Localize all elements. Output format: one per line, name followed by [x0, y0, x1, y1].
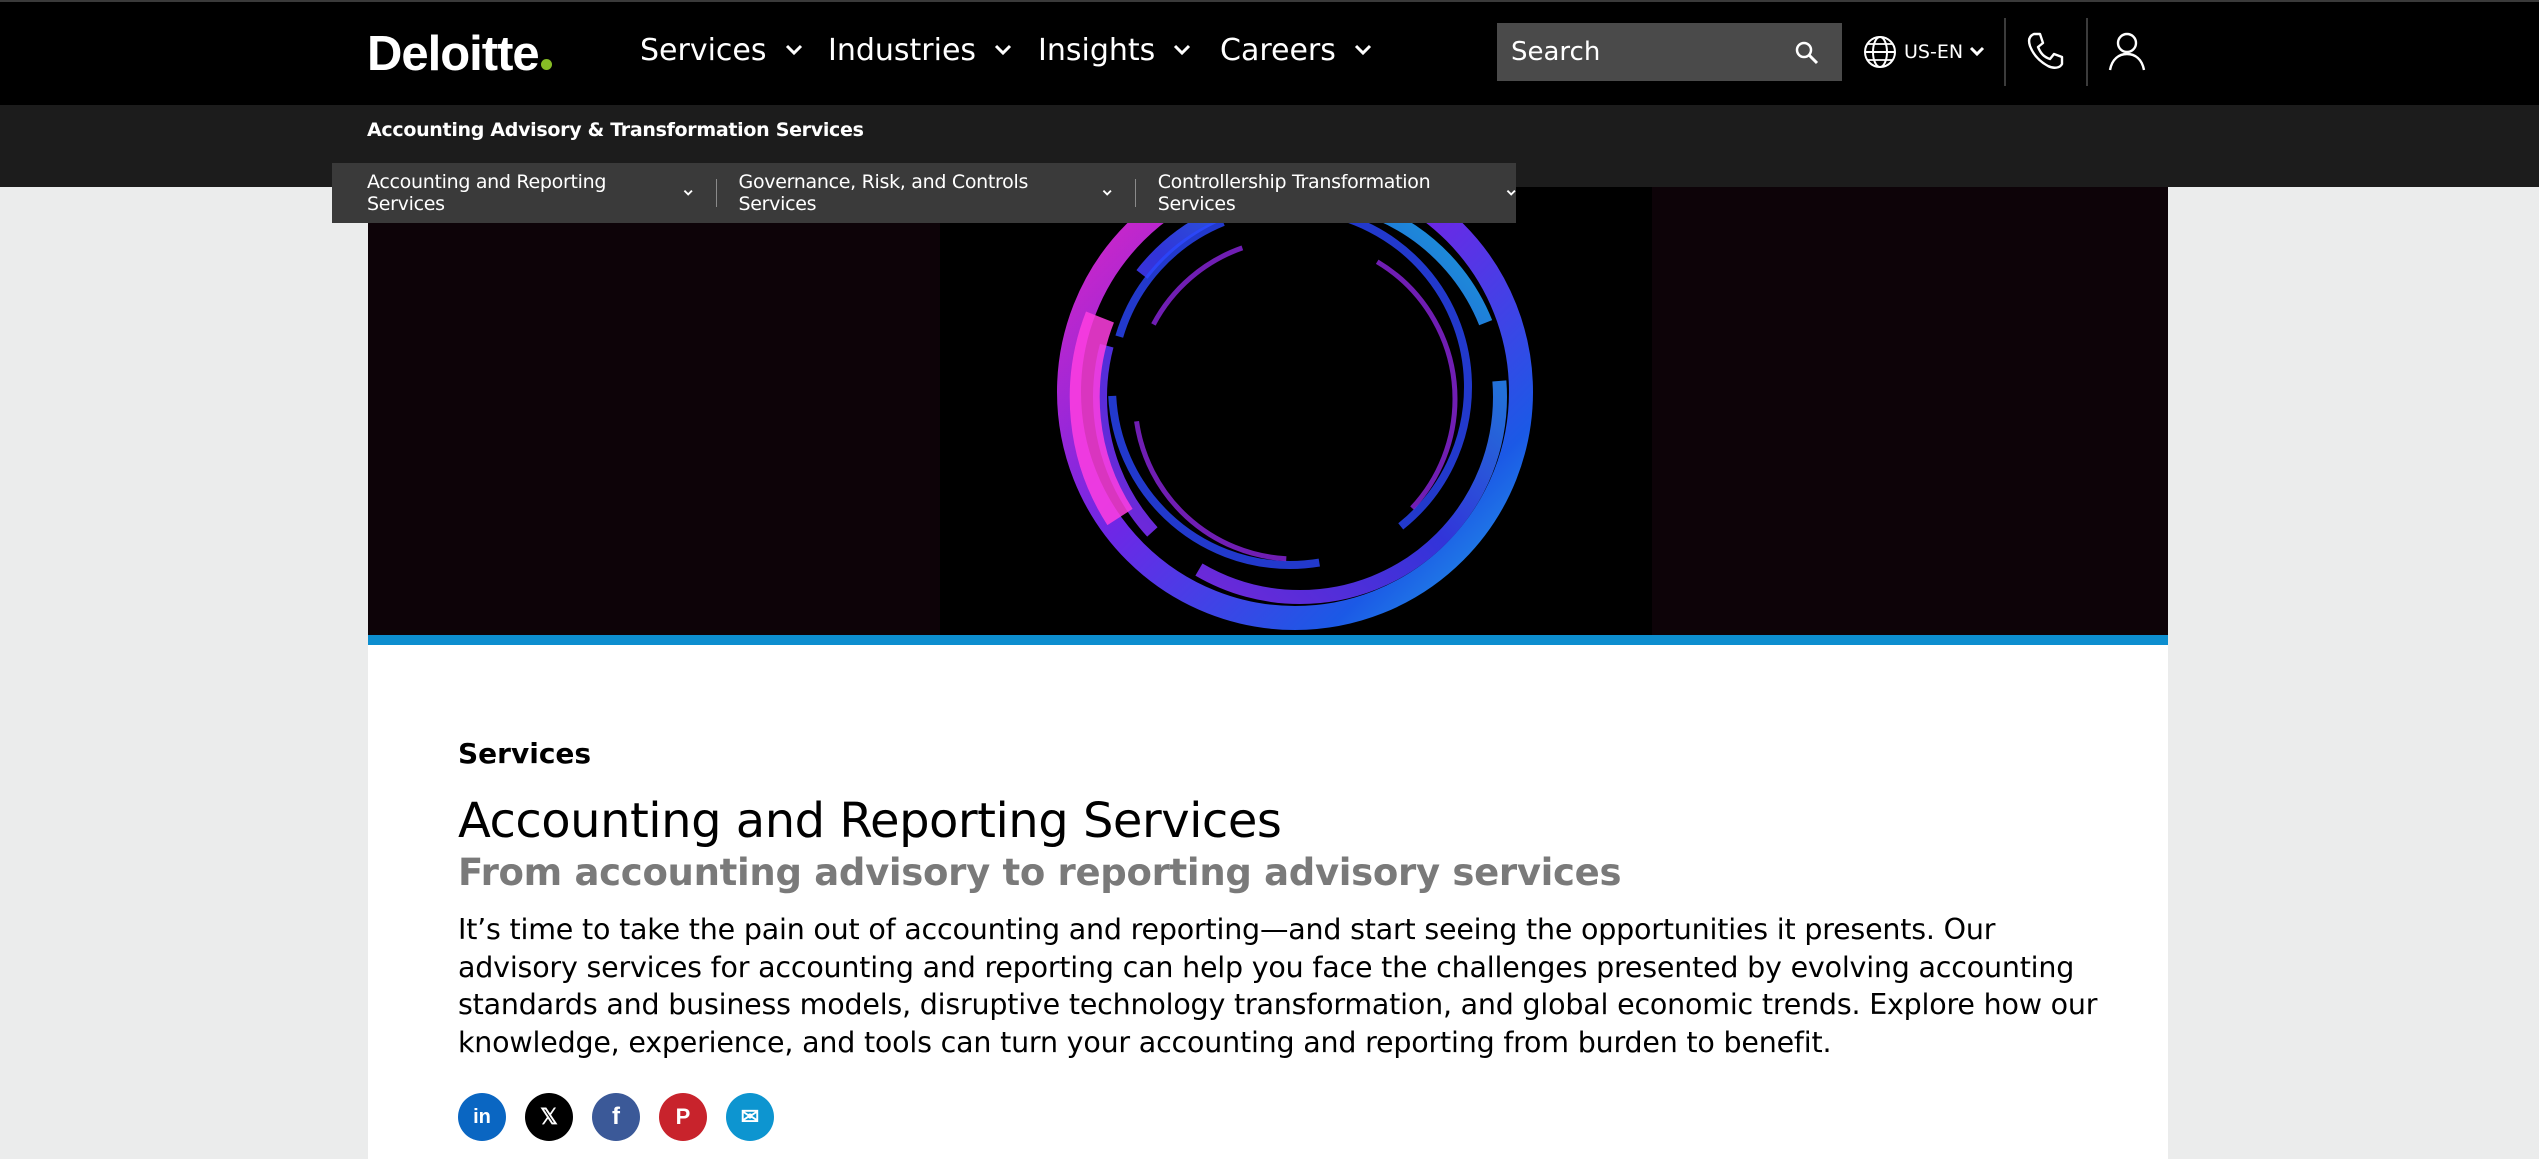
page-subtitle: From accounting advisory to reporting ad… [458, 851, 1622, 894]
subnav-separator [1134, 179, 1136, 207]
user-icon[interactable] [2106, 30, 2148, 72]
hero-image [940, 187, 1652, 635]
ring-graphic [1057, 187, 1533, 630]
subnav-title[interactable]: Accounting Advisory & Transformation Ser… [367, 119, 864, 141]
search-icon[interactable] [1794, 40, 1820, 66]
subnav-item-label: Governance, Risk, and Controls Services [738, 171, 1029, 215]
chevron-down-icon [1506, 189, 1516, 196]
chevron-down-icon [785, 44, 802, 56]
email-share-button[interactable]: ✉ [726, 1093, 774, 1141]
nav-insights-label: Insights [1038, 32, 1156, 68]
nav-insights[interactable]: Insights [1038, 22, 1191, 78]
pinterest-share-button[interactable]: P [659, 1093, 707, 1141]
social-share-bar: in 𝕏 f P ✉ [458, 1093, 774, 1141]
main-content: Services Accounting and Reporting Servic… [368, 645, 2168, 1159]
nav-services[interactable]: Services [640, 22, 803, 78]
page-title: Accounting and Reporting Services [458, 793, 1282, 849]
locale-selector[interactable]: US-EN [1862, 30, 1991, 74]
x-icon: 𝕏 [540, 1104, 558, 1129]
hero-accent-bar [368, 635, 2168, 645]
chevron-down-icon [683, 189, 693, 196]
search-box [1497, 23, 1842, 81]
locale-label: US-EN [1904, 41, 1964, 63]
header-divider [2004, 18, 2006, 86]
deloitte-logo[interactable]: Deloitte [367, 24, 552, 84]
global-header: Deloitte Services Industries Insights Ca… [0, 0, 2539, 105]
logo-text: Deloitte [367, 27, 540, 81]
nav-careers-label: Careers [1220, 32, 1336, 68]
pinterest-icon: P [675, 1104, 691, 1129]
nav-industries-label: Industries [828, 32, 977, 68]
eyebrow-label: Services [458, 737, 592, 770]
chevron-down-icon [1969, 46, 1985, 57]
header-divider [2086, 18, 2088, 86]
globe-icon [1864, 36, 1896, 68]
email-icon: ✉ [740, 1104, 760, 1129]
hero-banner [368, 187, 2168, 635]
chevron-down-icon [1354, 44, 1371, 56]
subnav-item-governance-risk[interactable]: Governance, Risk, and Controls Services [739, 171, 1113, 215]
nav-careers[interactable]: Careers [1220, 22, 1372, 78]
logo-dot [540, 59, 552, 70]
subnav-item-accounting-reporting[interactable]: Accounting and Reporting Services [367, 171, 694, 215]
subnav-separator [715, 179, 717, 207]
facebook-icon: f [612, 1103, 620, 1130]
header-top-line [0, 0, 2539, 2]
subnav-dropdown-bar: Accounting and Reporting Services Govern… [332, 163, 1516, 223]
intro-paragraph: It’s time to take the pain out of accoun… [458, 913, 2098, 1059]
facebook-share-button[interactable]: f [592, 1093, 640, 1141]
phone-icon[interactable] [2024, 30, 2066, 72]
nav-industries[interactable]: Industries [828, 22, 1012, 78]
subnav-item-label: Accounting and Reporting Services [367, 171, 607, 215]
x-share-button[interactable]: 𝕏 [525, 1093, 573, 1141]
subnav-item-label: Controllership Transformation Services [1157, 171, 1431, 215]
linkedin-icon: in [473, 1105, 491, 1128]
nav-services-label: Services [640, 32, 767, 68]
chevron-down-icon [1103, 189, 1113, 196]
linkedin-share-button[interactable]: in [458, 1093, 506, 1141]
search-input[interactable] [1509, 36, 1783, 68]
subnav-item-controllership[interactable]: Controllership Transformation Services [1158, 171, 1516, 215]
chevron-down-icon [1174, 44, 1191, 56]
chevron-down-icon [995, 44, 1012, 56]
